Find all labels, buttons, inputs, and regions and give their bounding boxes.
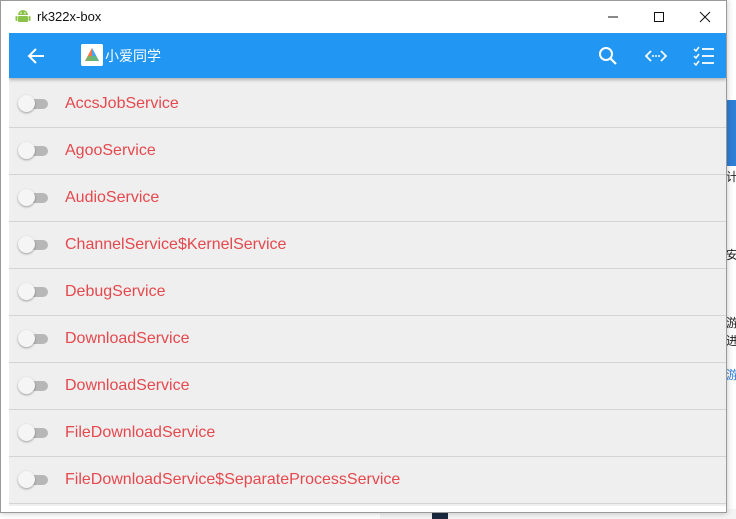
background-glyph: 安	[726, 248, 736, 262]
title-bar[interactable]: rk322x-box	[1, 1, 726, 32]
service-name: DownloadService	[65, 330, 190, 347]
minimize-button[interactable]	[590, 1, 636, 32]
checklist-icon[interactable]	[692, 44, 716, 68]
back-arrow-icon[interactable]	[26, 46, 46, 66]
service-name: FileDownloadService	[65, 424, 216, 441]
code-icon[interactable]	[644, 44, 668, 68]
background-blue-block	[726, 100, 736, 166]
app-title: 小爱同学	[105, 49, 161, 65]
service-toggle[interactable]	[18, 189, 48, 206]
background-glyph: 进	[726, 334, 736, 348]
background-glyph: 计	[726, 170, 736, 184]
service-name: DownloadService	[65, 377, 190, 394]
list-item[interactable]: AccsJobService	[9, 81, 726, 128]
service-toggle[interactable]	[18, 424, 48, 441]
background-thumbnail	[432, 513, 448, 519]
list-item[interactable]: ChannelService$KernelService	[9, 222, 726, 269]
list-item[interactable]: DownloadService	[9, 316, 726, 363]
close-button[interactable]	[682, 1, 728, 32]
android-icon	[15, 10, 31, 22]
app-toolbar: 小爱同学	[9, 33, 726, 78]
service-name: FileDownloadService$SeparateProcessServi…	[65, 471, 401, 488]
emulator-window: rk322x-box 小爱同学 AccsJobService AgooServi…	[0, 0, 727, 513]
app-screen: 小爱同学 AccsJobService AgooService AudioSer…	[9, 33, 726, 506]
list-item[interactable]: FileDownloadService$SeparateProcessServi…	[9, 457, 726, 504]
background-window-edge: 计 安 游 进 游	[726, 0, 736, 519]
service-toggle[interactable]	[18, 471, 48, 488]
service-toggle[interactable]	[18, 142, 48, 159]
service-toggle[interactable]	[18, 236, 48, 253]
maximize-button[interactable]	[636, 1, 682, 32]
background-glyph: 游	[726, 368, 736, 382]
service-toggle[interactable]	[18, 330, 48, 347]
list-item[interactable]: FileDownloadService	[9, 410, 726, 457]
service-name: AccsJobService	[65, 95, 179, 112]
app-logo-icon	[81, 44, 103, 66]
close-icon	[699, 11, 711, 22]
list-item[interactable]: DebugService	[9, 269, 726, 316]
service-toggle[interactable]	[18, 95, 48, 112]
service-name: DebugService	[65, 283, 166, 300]
service-name: AudioService	[65, 189, 160, 206]
service-toggle[interactable]	[18, 377, 48, 394]
window-title: rk322x-box	[37, 9, 102, 24]
service-name: ChannelService$KernelService	[65, 236, 287, 253]
service-list: AccsJobService AgooService AudioService …	[9, 81, 726, 504]
list-item[interactable]: AgooService	[9, 128, 726, 175]
list-item[interactable]: DownloadService	[9, 363, 726, 410]
service-toggle[interactable]	[18, 283, 48, 300]
minimize-icon	[608, 16, 618, 17]
search-icon[interactable]	[596, 44, 620, 68]
background-glyph: 游	[726, 316, 736, 330]
service-name: AgooService	[65, 142, 156, 159]
list-item[interactable]: AudioService	[9, 175, 726, 222]
maximize-icon	[654, 11, 664, 22]
